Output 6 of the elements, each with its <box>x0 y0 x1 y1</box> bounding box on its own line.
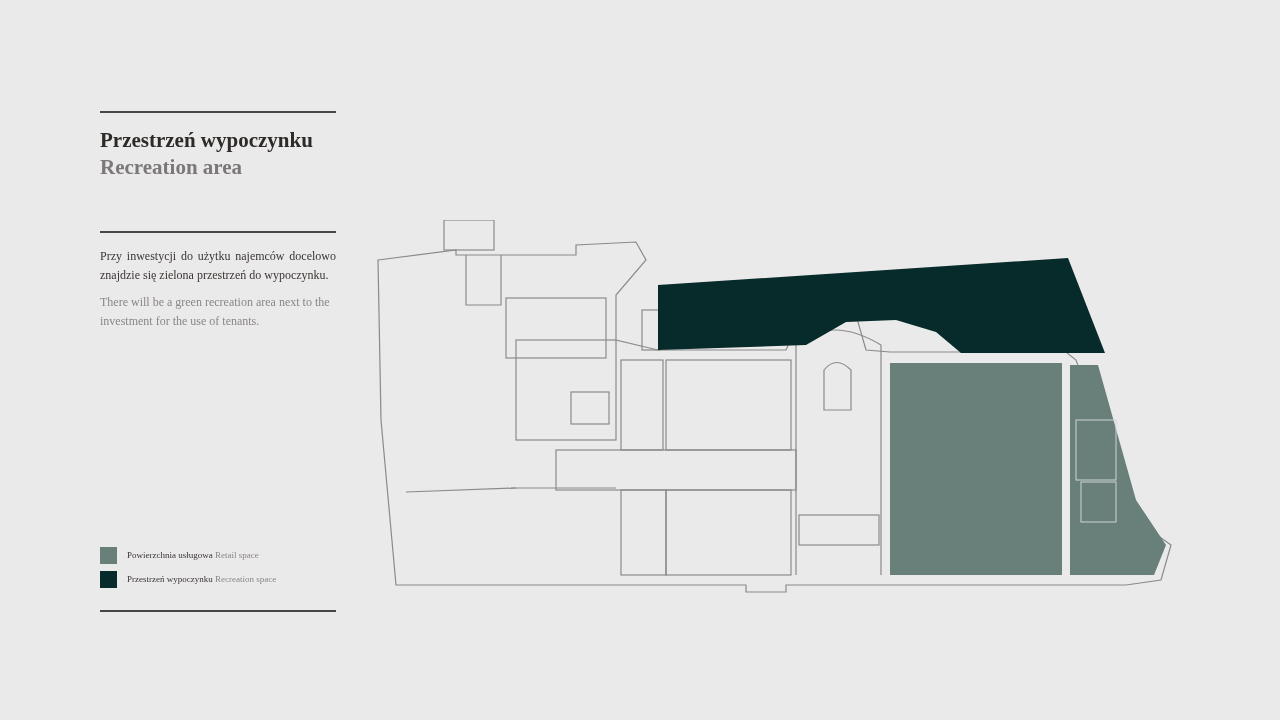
section-subtitle: Recreation area <box>100 154 244 181</box>
description-polish: Przy inwestycji do użytku najemców docelowo znajdzie się zielona przestrzeń do wypoczynku. <box>100 248 336 284</box>
legend-label: Przestrzeń wypoczynku Recreation space <box>127 572 277 586</box>
legend-label: Powierzchnia usługowa Retail space <box>127 548 259 562</box>
description-english: There will be a green recreation area next to the investment for the use of tenants. <box>100 294 331 330</box>
section-title: Przestrzeń wypoczynku <box>100 127 314 154</box>
